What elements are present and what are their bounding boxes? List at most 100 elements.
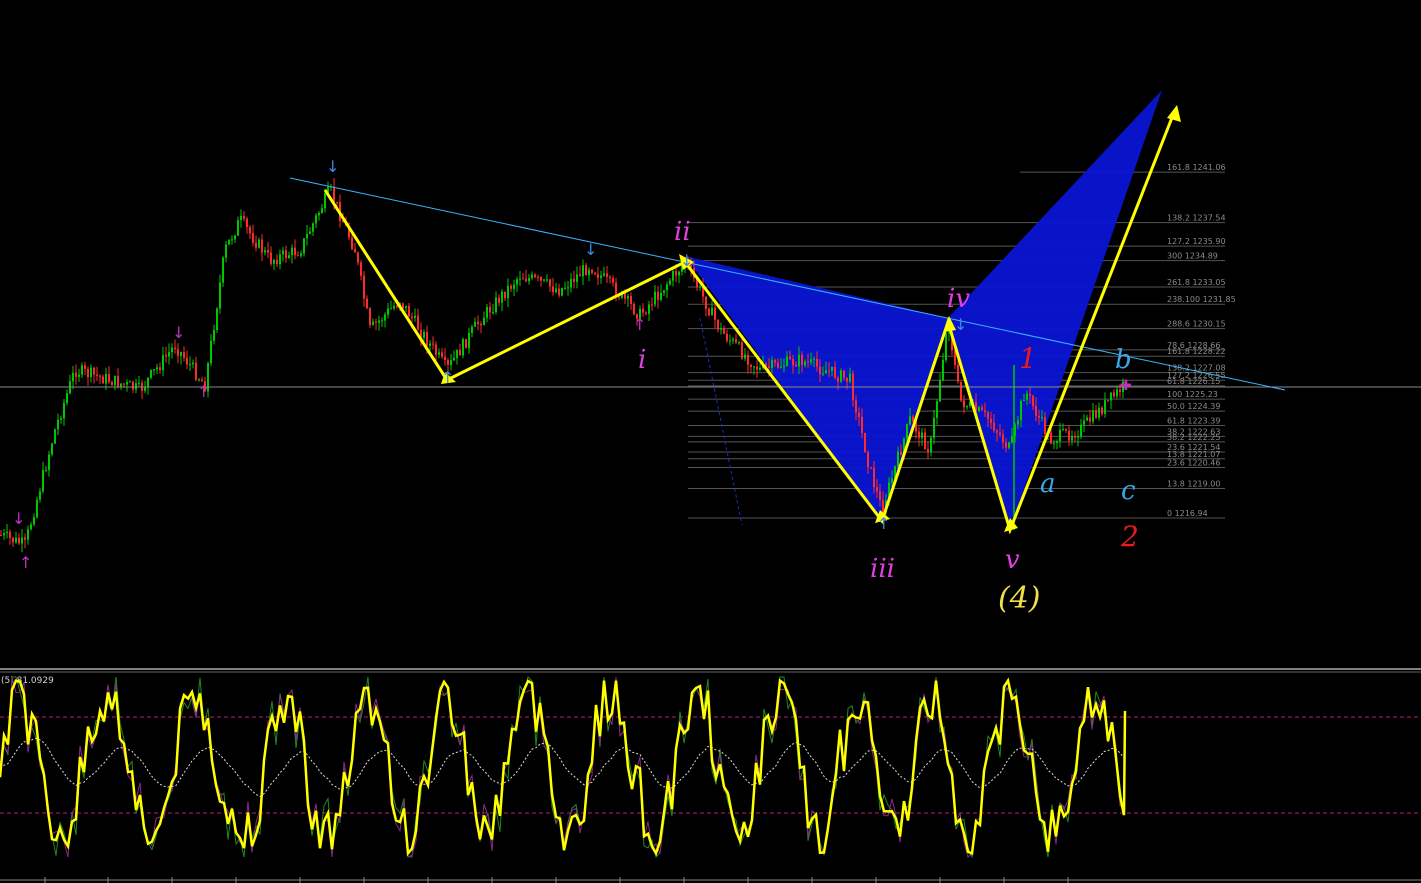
candle-body (1053, 442, 1055, 444)
candle-body (876, 487, 878, 492)
candle-body (510, 285, 512, 289)
candle-body (1023, 400, 1025, 402)
fractal-up-arrow: ↑ (441, 368, 454, 387)
candle-body (66, 393, 68, 403)
candle-body (75, 372, 77, 377)
candle-body (357, 252, 359, 263)
fib-level-label: 161.8 1228.22 (1167, 347, 1226, 356)
candle-body (849, 373, 851, 382)
wave-label-i: i (638, 345, 646, 375)
candle-body (513, 284, 515, 289)
candle-body (819, 366, 821, 375)
candle-body (294, 247, 296, 256)
candle-body (99, 375, 101, 377)
candle-body (444, 356, 446, 361)
candle-body (135, 383, 137, 390)
candle-body (723, 328, 725, 334)
candle-body (498, 297, 500, 303)
candle-body (1116, 389, 1118, 397)
candle-body (132, 381, 134, 390)
candle-body (387, 308, 389, 315)
candle-body (981, 407, 983, 411)
candle-body (1104, 400, 1106, 414)
fib-level-label: 100 1225.23 (1167, 390, 1218, 399)
candle-body (834, 366, 836, 378)
candle-body (279, 254, 281, 265)
candle-body (963, 400, 965, 408)
candle-body (492, 311, 494, 313)
candle-body (1065, 429, 1067, 431)
candle-body (57, 419, 59, 430)
candle-body (189, 364, 191, 366)
candle-body (165, 355, 167, 357)
fib-level-label: 38.2 1222.25 (1167, 433, 1220, 442)
candle-body (930, 437, 932, 452)
candle-body (255, 242, 257, 248)
candle-body (957, 364, 959, 382)
candle-body (138, 382, 140, 384)
candle-body (336, 201, 338, 203)
candle-body (882, 499, 884, 513)
candle-body (708, 308, 710, 316)
fractal-up-arrow: ↑ (197, 382, 210, 401)
candle-body (474, 321, 476, 327)
candle-body (84, 365, 86, 369)
candle-body (669, 280, 671, 285)
candle-body (759, 367, 761, 370)
candle-body (0, 535, 2, 536)
candle-body (258, 239, 260, 248)
candle-body (375, 321, 377, 323)
wave-label-iv: iv (947, 284, 970, 314)
candle-body (111, 381, 113, 386)
candle-body (612, 278, 614, 283)
candle-body (738, 342, 740, 344)
candle-body (858, 412, 860, 418)
candle-body (351, 237, 353, 250)
chart-canvas: 161.8 1241.06 138.2 1237.54 127.2 1235.90 3… (0, 0, 1421, 883)
candle-body (21, 537, 23, 544)
candle-body (264, 250, 266, 253)
candle-body (1050, 432, 1052, 444)
candle-body (288, 255, 290, 259)
candle-body (408, 305, 410, 317)
candle-body (414, 315, 416, 318)
candle-body (714, 307, 716, 320)
candle-body (402, 303, 404, 309)
fractal-down-arrow: ↓ (680, 251, 693, 270)
candle-body (1002, 434, 1004, 443)
candle-body (495, 297, 497, 312)
candle-body (486, 306, 488, 318)
candle-body (285, 250, 287, 259)
candle-body (309, 231, 311, 234)
candle-body (549, 279, 551, 287)
candle-body (1062, 429, 1064, 431)
candle-body (453, 357, 455, 361)
fractal-up-arrow: ↑ (19, 553, 32, 572)
candle-body (657, 291, 659, 300)
candle-body (789, 356, 791, 360)
candle-body (603, 273, 605, 276)
candle-body (273, 259, 275, 264)
time-axis (0, 877, 1421, 883)
candle-body (891, 478, 893, 483)
candle-body (423, 331, 425, 338)
candle-body (921, 432, 923, 438)
candle-body (522, 278, 524, 280)
candle-body (405, 305, 407, 309)
fractal-down-arrow: ↓ (12, 509, 25, 528)
candle-body (318, 212, 320, 216)
candle-body (1077, 436, 1079, 438)
candle-body (15, 537, 17, 543)
candle-body (300, 253, 302, 256)
candle-body (897, 451, 899, 467)
candle-body (540, 277, 542, 281)
candle-body (588, 269, 590, 276)
candle-body (9, 531, 11, 538)
candle-body (369, 308, 371, 326)
candle-body (126, 381, 128, 385)
candle-body (717, 319, 719, 330)
candle-body (33, 517, 35, 525)
candle-body (1017, 420, 1019, 425)
fractal-cross: ✚ (1120, 378, 1132, 394)
candle-body (45, 469, 47, 471)
